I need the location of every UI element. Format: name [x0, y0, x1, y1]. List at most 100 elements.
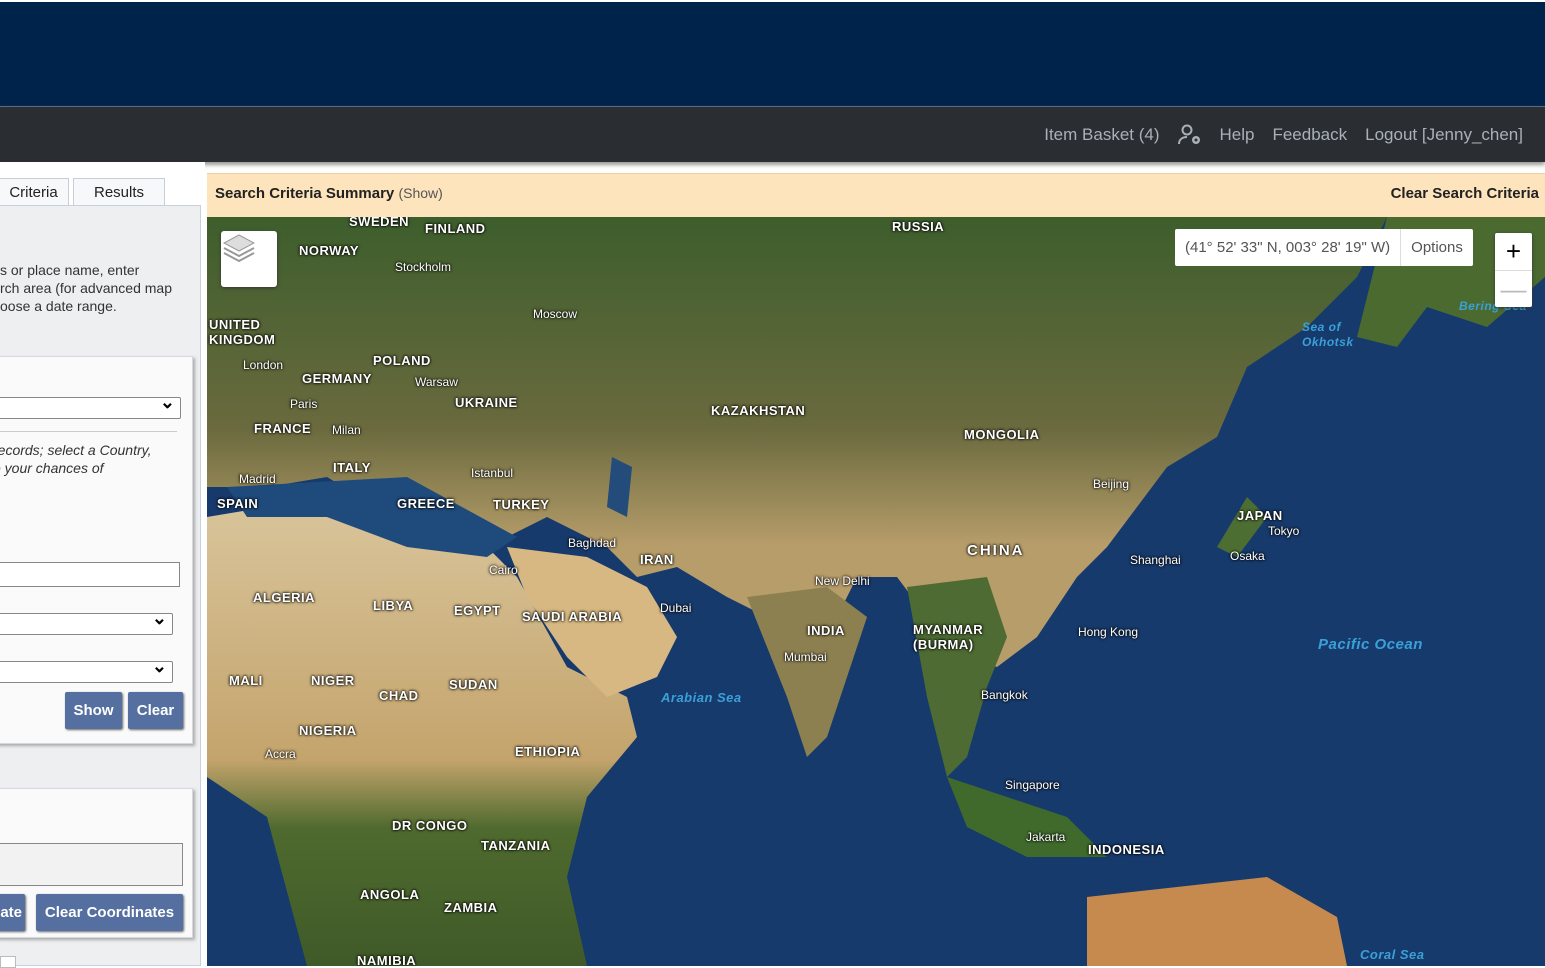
type-select[interactable]: [0, 392, 181, 419]
map-label: Warsaw: [415, 375, 458, 389]
layers-button[interactable]: [221, 231, 277, 287]
intro-line: rch area (for advanced map: [0, 280, 172, 296]
layers-icon: [222, 234, 256, 263]
map-label: Jakarta: [1026, 830, 1066, 844]
map-label: SUDAN: [449, 677, 498, 692]
coordinates-input[interactable]: [0, 843, 183, 886]
intro-line: oose a date range.: [0, 298, 117, 314]
map-label: ETHIOPIA: [515, 744, 581, 759]
coordinates-text: (41° 52' 33" N, 003° 28' 19" W): [1185, 239, 1391, 256]
map-label: ALGERIA: [253, 590, 315, 605]
map-label: FRANCE: [254, 421, 312, 436]
logout-link[interactable]: Logout [Jenny_chen]: [1365, 125, 1523, 145]
map-label: Mumbai: [784, 650, 827, 664]
summary-title-text: Search Criteria Summary: [215, 185, 395, 202]
map-label: UNITED KINGDOM: [209, 317, 276, 347]
map-label: CHAD: [379, 688, 419, 703]
options-button[interactable]: Options: [1400, 229, 1473, 266]
map-label: Dubai: [660, 601, 692, 615]
sidebar: Criteria Results s or place name, enter …: [0, 162, 205, 968]
zoom-out-button[interactable]: —: [1495, 270, 1532, 307]
date-input[interactable]: [0, 956, 16, 968]
hint-line: records; select a Country,: [0, 442, 152, 458]
tab-criteria[interactable]: Criteria: [0, 178, 69, 206]
map-label: NIGERIA: [299, 723, 357, 738]
map-label: ITALY: [333, 460, 371, 475]
map-label: Hong Kong: [1078, 625, 1139, 639]
map-label: INDONESIA: [1088, 842, 1165, 857]
map-label: Cairo: [489, 563, 518, 577]
map-label: Tokyo: [1268, 524, 1300, 538]
map-label: Istanbul: [471, 466, 514, 480]
map-label: TURKEY: [493, 497, 550, 512]
map-label: GERMANY: [302, 371, 372, 386]
state-select[interactable]: [0, 656, 173, 683]
navbar: Item Basket (4) Help Feedback Logout [Je…: [0, 106, 1545, 162]
map[interactable]: RUSSIA FINLAND SWEDEN NORWAY Stockholm M…: [207, 217, 1545, 966]
map-label: POLAND: [373, 353, 431, 368]
search-criteria-summary: Search Criteria Summary (Show) Clear Sea…: [207, 173, 1545, 217]
zoom-in-button[interactable]: +: [1495, 233, 1532, 270]
coordinates-box: ate Clear Coordinates: [0, 788, 193, 938]
clear-coordinates-button[interactable]: Clear Coordinates: [36, 894, 183, 931]
map-label: UKRAINE: [455, 395, 518, 410]
country-select[interactable]: [0, 608, 173, 635]
tab-results[interactable]: Results: [73, 178, 165, 206]
coordinate-readout: (41° 52' 33" N, 003° 28' 19" W) Options: [1175, 229, 1473, 266]
map-label: EGYPT: [454, 603, 501, 618]
feature-name-input[interactable]: [0, 562, 180, 587]
landmass-japan: [1217, 497, 1267, 557]
summary-show-link[interactable]: (Show): [398, 185, 442, 201]
map-label: NORWAY: [299, 243, 360, 258]
map-label: Madrid: [239, 472, 276, 486]
map-label: GREECE: [397, 496, 455, 511]
sea-label: Arabian Sea: [661, 690, 742, 705]
map-label: RUSSIA: [892, 219, 945, 234]
clear-button[interactable]: Clear: [128, 692, 183, 729]
hint-text: records; select a Country, e your chances…: [0, 441, 151, 477]
map-label: MONGOLIA: [964, 427, 1040, 442]
landmass-australia: [1087, 877, 1347, 966]
map-label: Stockholm: [395, 260, 452, 274]
map-label: DR CONGO: [392, 818, 468, 833]
sea-label: Coral Sea: [1360, 947, 1425, 962]
map-label: Accra: [265, 747, 296, 761]
divider: [0, 431, 177, 432]
sea-label: Sea of Okhotsk: [1302, 320, 1354, 349]
help-link[interactable]: Help: [1220, 125, 1255, 145]
criteria-panel: s or place name, enter rch area (for adv…: [0, 205, 201, 968]
map-label: FINLAND: [425, 221, 486, 236]
zoom-control: + —: [1495, 233, 1532, 307]
map-label: KAZAKHSTAN: [711, 403, 806, 418]
map-label: ANGOLA: [360, 887, 420, 902]
map-label: SWEDEN: [349, 217, 410, 229]
feature-search-box: records; select a Country, e your chances…: [0, 356, 193, 744]
sea-label: Pacific Ocean: [1318, 636, 1423, 653]
map-label: Osaka: [1230, 549, 1265, 563]
map-label: New Delhi: [815, 574, 870, 588]
clear-search-criteria-link[interactable]: Clear Search Criteria: [1391, 185, 1539, 202]
map-label: JAPAN: [1237, 508, 1283, 523]
map-label: Moscow: [533, 307, 578, 321]
hint-line: e your chances of: [0, 460, 104, 476]
map-label: SAUDI ARABIA: [522, 609, 623, 624]
landmass-seasia: [907, 577, 1007, 777]
map-label: Baghdad: [568, 536, 617, 550]
map-label: IRAN: [640, 552, 674, 567]
map-label: NIGER: [311, 673, 355, 688]
map-label: ZAMBIA: [444, 900, 498, 915]
map-label: Paris: [290, 397, 318, 411]
intro-text: s or place name, enter rch area (for adv…: [0, 261, 197, 315]
map-label: MYANMAR (BURMA): [913, 622, 984, 652]
feedback-link[interactable]: Feedback: [1272, 125, 1347, 145]
show-button[interactable]: Show: [65, 692, 122, 729]
map-label: LIBYA: [373, 598, 414, 613]
map-label: Singapore: [1005, 778, 1060, 792]
summary-title: Search Criteria Summary (Show): [215, 185, 443, 202]
map-label: Bangkok: [981, 688, 1028, 702]
landmass-india: [747, 587, 867, 757]
locate-button[interactable]: ate: [0, 894, 25, 931]
map-label: Beijing: [1093, 477, 1130, 491]
item-basket-link[interactable]: Item Basket (4): [1044, 125, 1159, 145]
user-settings-icon[interactable]: [1177, 124, 1202, 146]
